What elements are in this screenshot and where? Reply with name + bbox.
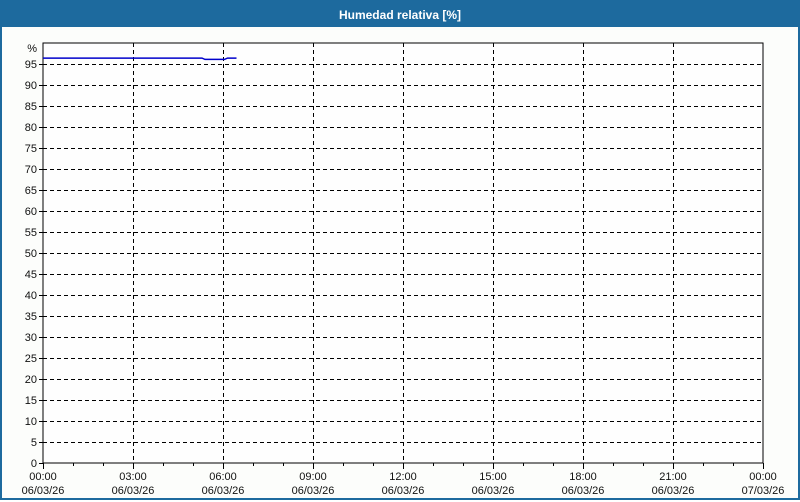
x-date-label: 07/03/26	[742, 485, 785, 497]
y-tick-label: 15	[25, 395, 37, 407]
x-time-label: 00:00	[29, 471, 57, 483]
y-tick-label: 20	[25, 374, 37, 386]
y-tick-label: 10	[25, 416, 37, 428]
y-tick-label: 90	[25, 80, 37, 92]
x-date-label: 06/03/26	[652, 485, 695, 497]
y-tick-label: 60	[25, 206, 37, 218]
x-time-label: 18:00	[569, 471, 597, 483]
x-date-label: 06/03/26	[22, 485, 65, 497]
y-axis-unit-label: %	[27, 43, 37, 55]
y-tick-label: 5	[31, 437, 37, 449]
x-time-label: 06:00	[209, 471, 237, 483]
y-tick-label: 40	[25, 290, 37, 302]
y-tick-label: 35	[25, 311, 37, 323]
y-tick-label: 45	[25, 269, 37, 281]
y-tick-label: 70	[25, 164, 37, 176]
x-time-label: 12:00	[389, 471, 417, 483]
x-date-label: 06/03/26	[382, 485, 425, 497]
y-tick-label: 65	[25, 185, 37, 197]
y-tick-label: 30	[25, 332, 37, 344]
y-tick-label: 50	[25, 248, 37, 260]
x-time-label: 09:00	[299, 471, 327, 483]
y-tick-label: 25	[25, 353, 37, 365]
y-tick-label: 80	[25, 122, 37, 134]
x-date-label: 06/03/26	[202, 485, 245, 497]
x-date-label: 06/03/26	[112, 485, 155, 497]
window-frame: Humedad relativa [%] 0 5 10 15 20 25 30 35 40 45 5…	[0, 0, 800, 500]
y-tick-label: 0	[31, 458, 37, 470]
y-tick-label: 55	[25, 227, 37, 239]
y-tick-label: 95	[25, 59, 37, 71]
x-date-label: 06/03/26	[292, 485, 335, 497]
x-time-label: 03:00	[119, 471, 147, 483]
y-tick-label: 85	[25, 101, 37, 113]
y-tick-label: 75	[25, 143, 37, 155]
x-time-label: 15:00	[479, 471, 507, 483]
x-date-label: 06/03/26	[472, 485, 515, 497]
humidity-chart: 0 5 10 15 20 25 30 35 40 45 50 55 60 65 70 75 80 85 90 95% 0…	[22, 42, 785, 497]
x-time-label: 00:00	[749, 471, 777, 483]
x-time-label: 21:00	[659, 471, 687, 483]
x-date-label: 06/03/26	[562, 485, 605, 497]
